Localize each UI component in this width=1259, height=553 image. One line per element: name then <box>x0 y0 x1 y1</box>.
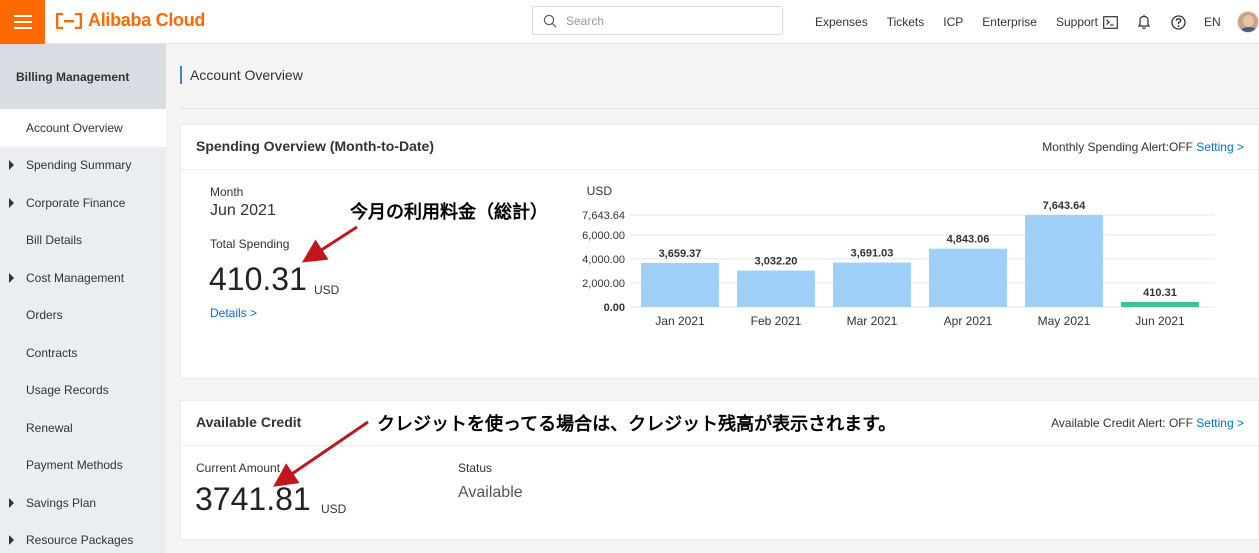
arrow-to-credit <box>273 420 369 487</box>
arrow-to-total-spending <box>301 225 358 263</box>
annotation-arrows <box>273 225 369 487</box>
